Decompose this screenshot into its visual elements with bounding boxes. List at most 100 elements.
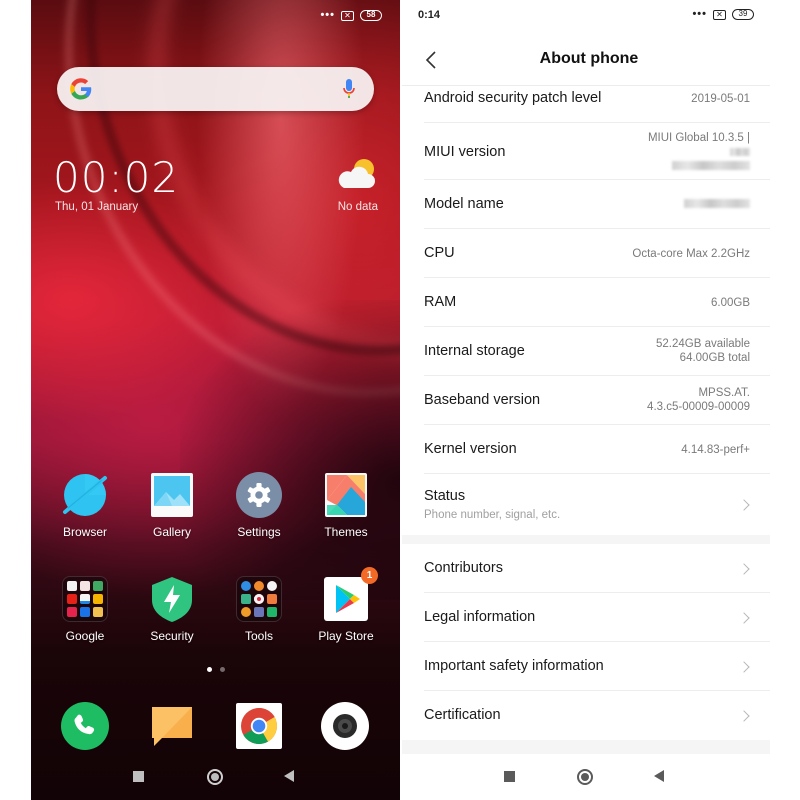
home-button[interactable] — [207, 769, 223, 785]
row-value: 2019-05-01 — [691, 93, 750, 105]
section-divider — [402, 740, 770, 754]
storage-available: 52.24GB available — [656, 338, 750, 350]
info-row-miui-version[interactable]: MIUI version MIUI Global 10.3.5 | — [424, 123, 770, 180]
info-row-security-patch[interactable]: Android security patch level 2019-05-01 — [424, 85, 770, 123]
weather-status: No data — [337, 201, 378, 213]
more-notifications-icon: ••• — [320, 9, 335, 21]
recents-button[interactable] — [504, 771, 515, 782]
more-notifications-icon: ••• — [692, 8, 707, 20]
row-label: Contributors — [424, 560, 503, 576]
link-row-contributors[interactable]: Contributors — [424, 544, 770, 593]
row-value — [684, 197, 750, 211]
app-security[interactable]: Security — [132, 576, 212, 643]
row-label: Baseband version — [424, 392, 541, 408]
page-dot[interactable] — [219, 667, 225, 672]
row-label: Certification — [424, 707, 501, 723]
row-label: CPU — [424, 245, 455, 261]
app-label: Security — [150, 629, 194, 643]
app-gallery[interactable]: Gallery — [132, 472, 212, 539]
status-row[interactable]: Status Phone number, signal, etc. — [424, 474, 770, 535]
chevron-right-icon — [738, 661, 750, 673]
baseband-line1: MPSS.AT. — [698, 387, 750, 399]
navigation-bar — [402, 765, 770, 789]
link-row-certification[interactable]: Certification — [424, 691, 770, 740]
chevron-right-icon — [738, 710, 750, 722]
link-row-important-safety-information[interactable]: Important safety information — [424, 642, 770, 691]
gallery-icon — [149, 472, 195, 518]
google-search-bar[interactable] — [57, 67, 374, 111]
page-dot-active[interactable] — [206, 667, 212, 672]
chevron-right-icon — [738, 612, 750, 624]
mic-icon[interactable] — [342, 78, 356, 100]
redacted-text — [730, 147, 750, 156]
app-themes[interactable]: Themes — [306, 472, 386, 539]
google-logo-icon — [70, 78, 92, 100]
info-row-baseband-version[interactable]: Baseband version MPSS.AT. 4.3.c5-00009-0… — [424, 376, 770, 425]
browser-icon — [62, 472, 108, 518]
app-play-store[interactable]: 1 Play Store — [306, 567, 386, 643]
row-label: Internal storage — [424, 343, 525, 359]
chrome-icon[interactable] — [235, 702, 283, 750]
settings-gear-icon — [236, 472, 282, 518]
partly-cloudy-icon[interactable] — [336, 158, 378, 192]
link-row-legal-information[interactable]: Legal information — [424, 593, 770, 642]
redacted-text — [672, 161, 750, 171]
info-row-cpu[interactable]: CPU Octa-core Max 2.2GHz — [424, 229, 770, 278]
storage-total: 64.00GB total — [679, 352, 750, 364]
row-label: Legal information — [424, 609, 536, 625]
status-time: 0:14 — [418, 9, 441, 21]
clock-date: Thu, 01 January — [55, 201, 139, 213]
app-label: Google — [65, 629, 105, 643]
row-label: MIUI version — [424, 144, 506, 160]
row-value: Octa-core Max 2.2GHz — [632, 248, 750, 260]
info-row-internal-storage[interactable]: Internal storage 52.24GB available 64.00… — [424, 327, 770, 376]
chevron-right-icon — [738, 563, 750, 575]
app-folder-google[interactable]: Google — [45, 576, 125, 643]
status-bar: ••• ✕ 58 — [320, 10, 382, 21]
messages-icon[interactable] — [148, 702, 196, 750]
app-label: Play Store — [318, 629, 374, 643]
page-title: About phone — [539, 50, 639, 67]
redacted-text — [684, 199, 750, 209]
app-settings[interactable]: Settings — [219, 472, 299, 539]
about-phone-screen: 0:14 ••• ✕ 39 About phone Android securi… — [402, 0, 770, 800]
home-button[interactable] — [577, 769, 593, 785]
recents-button[interactable] — [133, 771, 144, 782]
battery-icon: 39 — [732, 9, 754, 20]
home-screen: ••• ✕ 58 00:02 Thu, 01 January No data B… — [31, 0, 400, 800]
app-label: Themes — [324, 525, 368, 539]
play-store-icon: 1 — [323, 567, 378, 622]
status-bar: 0:14 ••• ✕ 39 — [418, 9, 754, 23]
info-row-model-name[interactable]: Model name — [424, 180, 770, 229]
baseband-line2: 4.3.c5-00009-00009 — [647, 401, 750, 413]
page-indicator[interactable] — [31, 667, 400, 672]
app-label: Gallery — [152, 525, 191, 539]
info-row-kernel-version[interactable]: Kernel version 4.14.83-perf+ — [424, 425, 770, 474]
back-button[interactable] — [654, 770, 664, 782]
app-folder-tools[interactable]: Tools — [219, 576, 299, 643]
row-label: Kernel version — [424, 441, 517, 457]
phone-icon[interactable] — [61, 702, 109, 750]
row-value: 4.14.83-perf+ — [681, 444, 750, 456]
clock-time[interactable]: 00:02 — [53, 153, 179, 202]
row-value: MPSS.AT. 4.3.c5-00009-00009 — [647, 386, 750, 414]
navigation-bar — [31, 765, 400, 789]
about-phone-list: Android security patch level 2019-05-01 … — [402, 85, 770, 754]
app-label: Settings — [237, 525, 281, 539]
app-browser[interactable]: Browser — [45, 472, 125, 539]
row-value: MIUI Global 10.3.5 | — [648, 131, 750, 173]
row-value: 6.00GB — [711, 297, 750, 309]
info-row-ram[interactable]: RAM 6.00GB — [424, 278, 770, 327]
back-button[interactable] — [284, 770, 294, 782]
section-divider — [402, 535, 770, 544]
row-label: Model name — [424, 196, 504, 212]
camera-icon[interactable] — [321, 702, 369, 750]
no-sim-icon: ✕ — [713, 9, 726, 20]
battery-icon: 58 — [360, 10, 382, 21]
tools-folder-icon — [236, 576, 282, 622]
row-label: Important safety information — [424, 658, 604, 674]
google-folder-icon — [62, 576, 108, 622]
chevron-right-icon — [738, 499, 750, 511]
screenshot-comparison: ••• ✕ 58 00:02 Thu, 01 January No data B… — [0, 0, 800, 800]
app-label: Tools — [244, 629, 273, 643]
